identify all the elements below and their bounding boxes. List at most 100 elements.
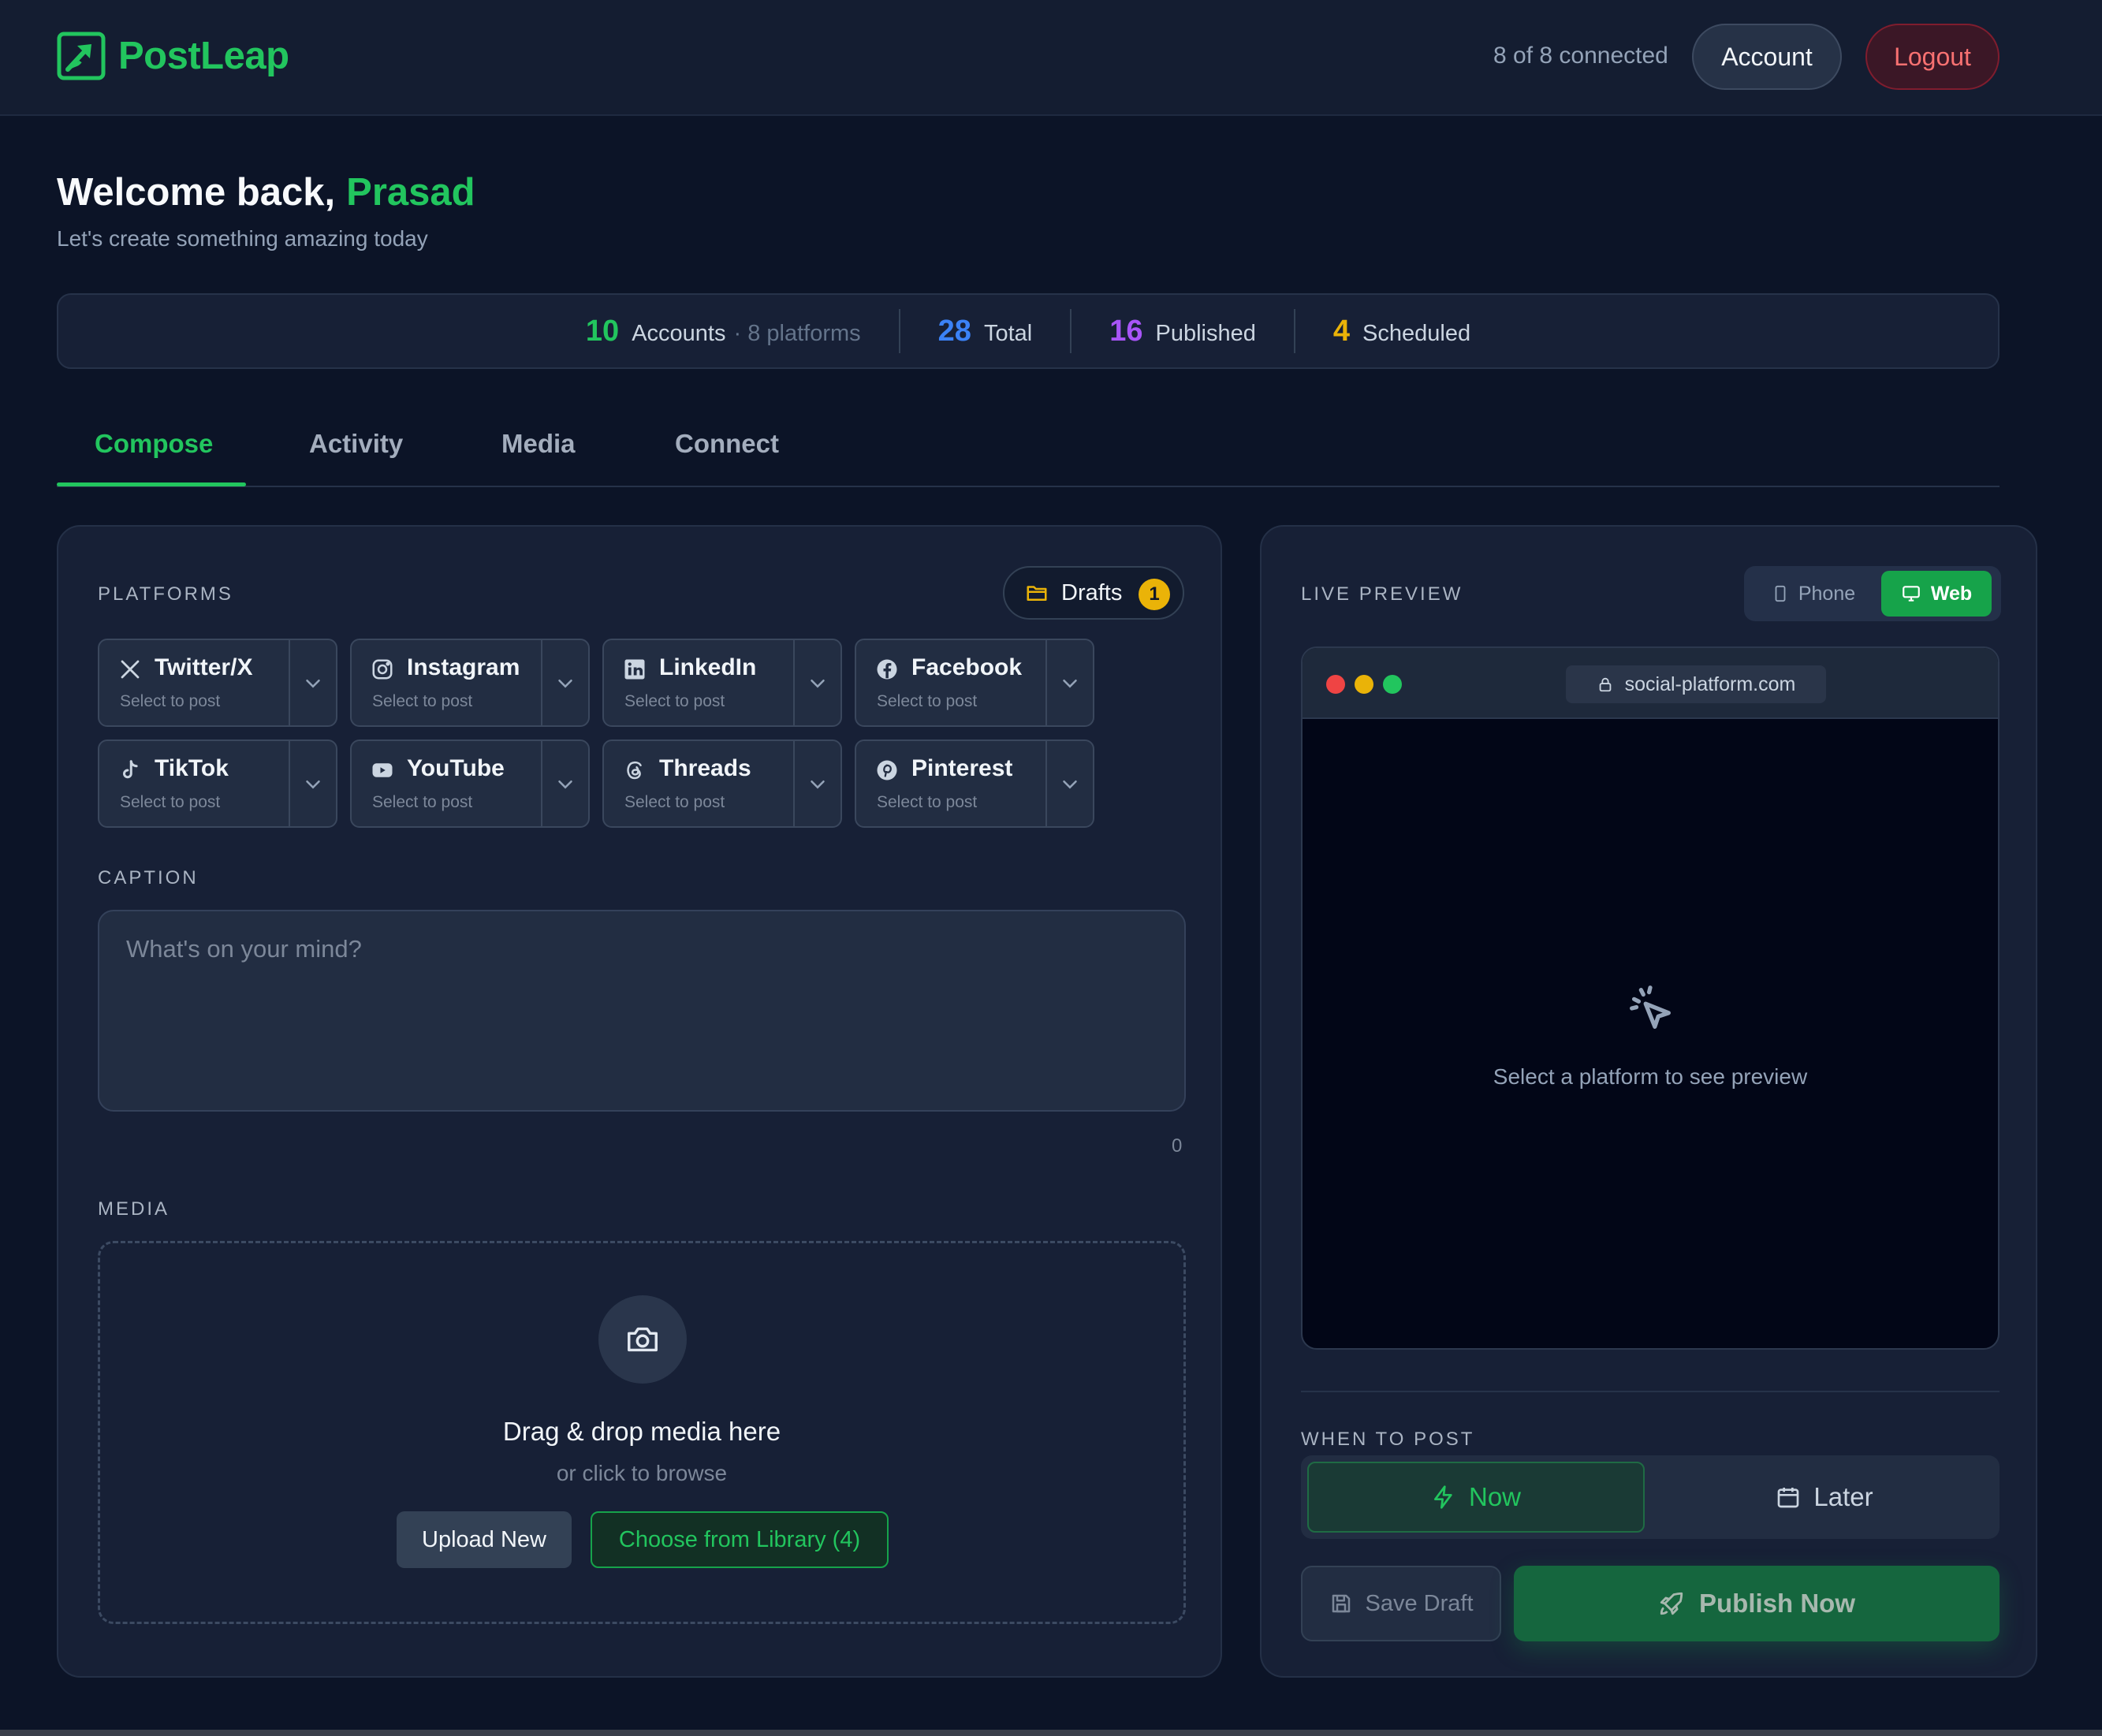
platform-card-tiktok[interactable]: TikTok Select to post bbox=[98, 739, 337, 828]
connection-status: 8 of 8 connected bbox=[1493, 43, 1668, 69]
save-draft-label: Save Draft bbox=[1365, 1590, 1474, 1616]
chevron-down-icon[interactable] bbox=[553, 773, 577, 796]
main-tabs: Compose Activity Media Connect bbox=[57, 418, 2000, 487]
platform-card-pinterest[interactable]: Pinterest Select to post bbox=[855, 739, 1094, 828]
tab-activity[interactable]: Activity bbox=[309, 418, 403, 487]
stat-scheduled: 4 Scheduled bbox=[1295, 315, 1508, 348]
chevron-down-icon[interactable] bbox=[1058, 773, 1082, 796]
stat-published-label: Published bbox=[1155, 320, 1256, 346]
platform-separator bbox=[793, 741, 795, 826]
post-later-label: Later bbox=[1813, 1482, 1873, 1511]
camera-icon-wrapper bbox=[598, 1295, 687, 1384]
chevron-down-icon[interactable] bbox=[806, 672, 829, 695]
folder-icon bbox=[1027, 586, 1047, 601]
youtube-icon bbox=[372, 763, 393, 777]
x-icon bbox=[121, 660, 140, 679]
chevron-down-icon[interactable] bbox=[553, 672, 577, 695]
upload-new-button[interactable]: Upload New bbox=[397, 1511, 572, 1568]
facebook-icon bbox=[877, 659, 897, 680]
lock-icon bbox=[1599, 677, 1611, 692]
media-label: MEDIA bbox=[98, 1198, 170, 1220]
pointer-click-icon bbox=[1630, 985, 1671, 1029]
platform-separator bbox=[541, 741, 542, 826]
window-close-dot bbox=[1326, 675, 1345, 694]
platform-card-instagram[interactable]: Instagram Select to post bbox=[350, 639, 590, 727]
stat-total-label: Total bbox=[983, 320, 1033, 346]
platform-name: Instagram bbox=[407, 654, 520, 680]
platform-card-youtube[interactable]: YouTube Select to post bbox=[350, 739, 590, 828]
url-bar: social-platform.com bbox=[1566, 665, 1826, 703]
tab-connect[interactable]: Connect bbox=[675, 418, 779, 487]
window-minimize-dot bbox=[1355, 675, 1373, 694]
preview-mode-toggle: Phone Web bbox=[1744, 566, 2001, 621]
chevron-down-icon[interactable] bbox=[301, 672, 325, 695]
stat-published: 16 Published bbox=[1071, 315, 1294, 348]
platform-name: Threads bbox=[659, 755, 751, 781]
app-logo[interactable]: PostLeap bbox=[57, 32, 289, 80]
stat-published-value: 16 bbox=[1109, 314, 1143, 348]
stat-accounts-label: Accounts bbox=[632, 320, 726, 346]
platform-status: Select to post bbox=[877, 793, 978, 811]
stat-total: 28 Total bbox=[900, 315, 1071, 348]
logout-button[interactable]: Logout bbox=[1865, 24, 2000, 90]
platform-name: YouTube bbox=[407, 755, 505, 781]
platform-name: LinkedIn bbox=[659, 654, 757, 680]
post-now-option[interactable]: Now bbox=[1307, 1462, 1645, 1533]
stat-accounts-value: 10 bbox=[585, 314, 620, 348]
stat-scheduled-value: 4 bbox=[1332, 314, 1351, 348]
phone-mode-button[interactable]: Phone bbox=[1758, 572, 1869, 615]
web-mode-label: Web bbox=[1930, 582, 1973, 605]
choose-from-library-button[interactable]: Choose from Library (4) bbox=[591, 1511, 889, 1568]
drafts-button[interactable]: Drafts 1 bbox=[1003, 566, 1184, 620]
publish-now-button[interactable]: Publish Now bbox=[1514, 1566, 2000, 1641]
stat-accounts: 10 Accounts · 8 platforms bbox=[548, 315, 899, 348]
platform-separator bbox=[1045, 640, 1047, 725]
drop-title: Drag & drop media here bbox=[502, 1417, 781, 1446]
logo-icon bbox=[57, 32, 106, 80]
linkedin-icon bbox=[624, 659, 645, 680]
platform-card-threads[interactable]: Threads Select to post bbox=[602, 739, 842, 828]
phone-mode-label: Phone bbox=[1798, 582, 1856, 605]
stat-accounts-platforms: · 8 platforms bbox=[733, 320, 861, 346]
tab-compose[interactable]: Compose bbox=[95, 418, 213, 487]
account-button[interactable]: Account bbox=[1692, 24, 1842, 90]
platform-status: Select to post bbox=[624, 692, 725, 710]
platform-status: Select to post bbox=[120, 793, 221, 811]
drafts-label: Drafts bbox=[1061, 579, 1123, 605]
platform-card-twitter[interactable]: Twitter/X Select to post bbox=[98, 639, 337, 727]
camera-icon bbox=[628, 1327, 658, 1352]
browser-bar: social-platform.com bbox=[1303, 648, 1998, 719]
app-name: PostLeap bbox=[118, 35, 289, 77]
caption-label: CAPTION bbox=[98, 867, 199, 888]
tab-media[interactable]: Media bbox=[501, 418, 576, 487]
rocket-icon bbox=[1660, 1592, 1683, 1615]
platform-status: Select to post bbox=[372, 692, 473, 710]
live-preview-label: LIVE PREVIEW bbox=[1301, 583, 1463, 605]
window-maximize-dot bbox=[1383, 675, 1402, 694]
welcome-greeting: Welcome back, bbox=[57, 171, 336, 214]
compose-panel: PLATFORMS Drafts 1 Twitter/X Select to p… bbox=[57, 525, 1222, 1678]
browser-preview-frame: social-platform.com Select a platform to… bbox=[1301, 646, 2000, 1350]
preview-empty-message: Select a platform to see preview bbox=[1493, 1064, 1808, 1089]
caption-char-count: 0 bbox=[1172, 1135, 1183, 1157]
caption-input[interactable]: What's on your mind? bbox=[98, 910, 1186, 1112]
post-later-option[interactable]: Later bbox=[1656, 1462, 1993, 1533]
chevron-down-icon[interactable] bbox=[301, 773, 325, 796]
threads-icon bbox=[627, 761, 642, 780]
media-drop-zone[interactable]: Drag & drop media here or click to brows… bbox=[98, 1241, 1186, 1624]
platform-card-facebook[interactable]: Facebook Select to post bbox=[855, 639, 1094, 727]
platform-separator bbox=[1045, 741, 1047, 826]
post-now-label: Now bbox=[1468, 1482, 1522, 1511]
when-to-post-label: WHEN TO POST bbox=[1301, 1429, 1475, 1450]
save-draft-button[interactable]: Save Draft bbox=[1301, 1566, 1501, 1641]
chevron-down-icon[interactable] bbox=[806, 773, 829, 796]
publish-now-label: Publish Now bbox=[1699, 1589, 1855, 1618]
drop-subtitle: or click to browse bbox=[556, 1461, 728, 1485]
bottom-scroll-edge bbox=[0, 1730, 2102, 1736]
url-text: social-platform.com bbox=[1624, 672, 1796, 695]
chevron-down-icon[interactable] bbox=[1058, 672, 1082, 695]
platform-separator bbox=[541, 640, 542, 725]
platforms-label: PLATFORMS bbox=[98, 583, 233, 605]
platform-card-linkedin[interactable]: LinkedIn Select to post bbox=[602, 639, 842, 727]
web-mode-button[interactable]: Web bbox=[1881, 571, 1992, 617]
